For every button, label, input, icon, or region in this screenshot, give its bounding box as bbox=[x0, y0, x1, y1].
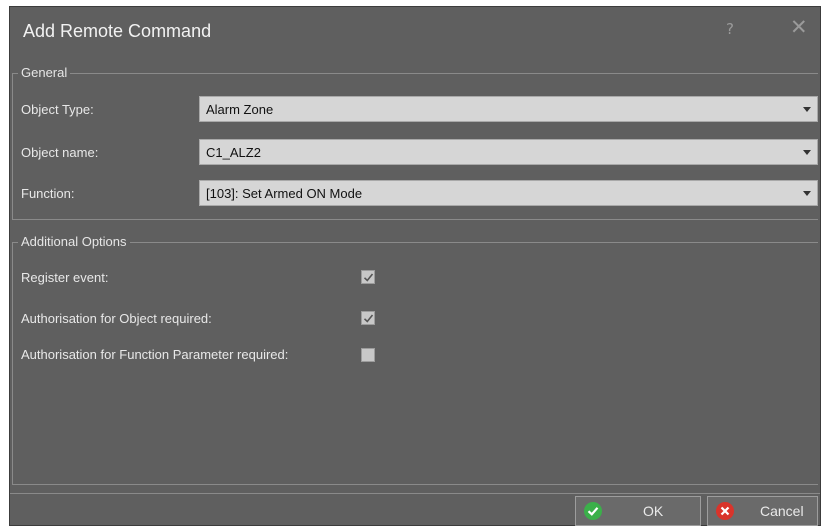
function-select[interactable]: [103]: Set Armed ON Mode bbox=[199, 180, 818, 206]
register-event-checkbox[interactable] bbox=[361, 270, 375, 284]
ok-button[interactable]: OK bbox=[575, 496, 701, 526]
object-name-select[interactable]: C1_ALZ2 bbox=[199, 139, 818, 165]
object-name-value: C1_ALZ2 bbox=[206, 145, 261, 160]
title-bar: Add Remote Command ? ✕ bbox=[10, 7, 820, 57]
footer-separator bbox=[10, 493, 820, 494]
close-icon[interactable]: ✕ bbox=[790, 15, 808, 39]
add-remote-command-dialog: Add Remote Command ? ✕ General Object Ty… bbox=[9, 6, 821, 526]
object-type-value: Alarm Zone bbox=[206, 102, 274, 117]
checkmark-icon bbox=[363, 314, 374, 323]
general-left-border bbox=[12, 73, 13, 219]
auth-function-label: Authorisation for Function Parameter req… bbox=[21, 347, 289, 362]
function-label: Function: bbox=[21, 186, 75, 201]
auth-function-checkbox[interactable] bbox=[361, 348, 375, 362]
function-value: [103]: Set Armed ON Mode bbox=[206, 186, 363, 201]
general-top-border bbox=[12, 73, 818, 74]
general-legend: General bbox=[18, 65, 71, 80]
additional-bottom-border bbox=[12, 484, 818, 485]
chevron-down-icon bbox=[803, 191, 811, 196]
ok-label: OK bbox=[643, 503, 664, 519]
dialog-title: Add Remote Command bbox=[23, 21, 212, 41]
object-type-select[interactable]: Alarm Zone bbox=[199, 96, 818, 122]
additional-legend: Additional Options bbox=[18, 234, 130, 249]
checkmark-icon bbox=[363, 273, 374, 282]
cancel-label: Cancel bbox=[760, 503, 804, 519]
help-icon[interactable]: ? bbox=[726, 20, 734, 38]
auth-object-checkbox[interactable] bbox=[361, 311, 375, 325]
additional-left-border bbox=[12, 242, 13, 484]
check-circle-icon bbox=[584, 502, 602, 520]
general-bottom-border bbox=[12, 219, 818, 220]
chevron-down-icon bbox=[803, 150, 811, 155]
register-event-label: Register event: bbox=[21, 270, 109, 285]
cancel-circle-icon bbox=[716, 502, 734, 520]
object-type-label: Object Type: bbox=[21, 102, 94, 117]
additional-top-border bbox=[12, 242, 818, 243]
object-name-label: Object name: bbox=[21, 145, 99, 160]
auth-object-label: Authorisation for Object required: bbox=[21, 311, 212, 326]
cancel-button[interactable]: Cancel bbox=[707, 496, 818, 526]
chevron-down-icon bbox=[803, 107, 811, 112]
